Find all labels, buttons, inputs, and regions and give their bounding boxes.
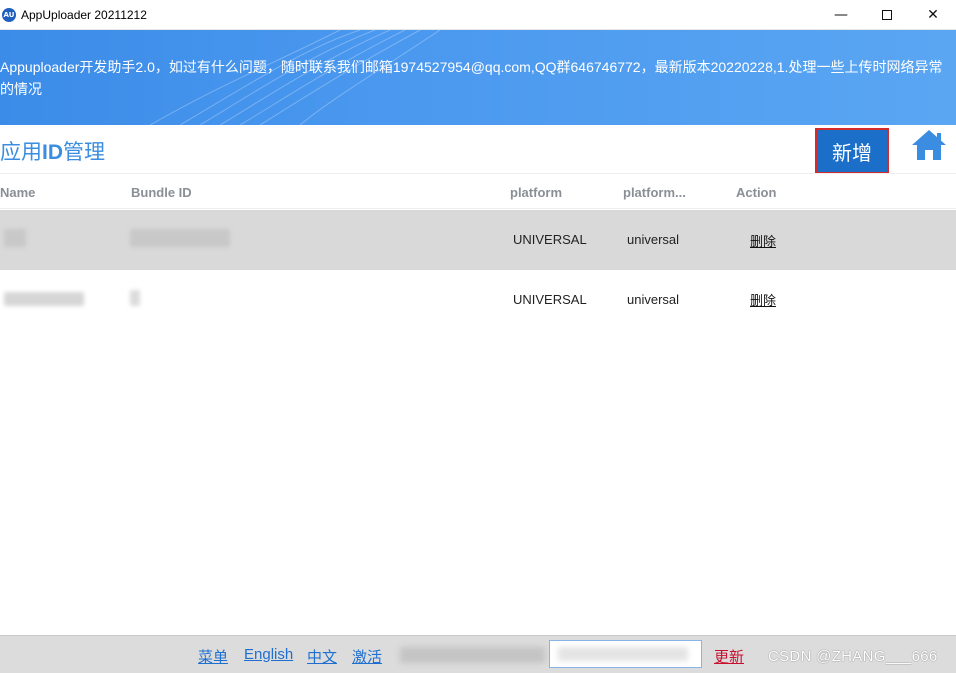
- page-title-bold: ID: [42, 141, 63, 164]
- maximize-button[interactable]: [864, 0, 910, 30]
- table-row[interactable]: UNIVERSAL universal 删除: [0, 270, 956, 330]
- column-header-bundle-id[interactable]: Bundle ID: [131, 185, 192, 200]
- app-window: AU AppUploader 20211212 — ✕ Appuploader开…: [0, 0, 956, 673]
- footer-bar: 菜单 English 中文 激活 更新 CSDN @ZHANG___666: [0, 635, 956, 673]
- maximize-icon: [882, 10, 892, 20]
- platform-type-cell: universal: [627, 292, 680, 307]
- title-bar: AU AppUploader 20211212 — ✕: [0, 0, 956, 30]
- activate-link[interactable]: 激活: [352, 646, 382, 667]
- minimize-button[interactable]: —: [818, 0, 864, 30]
- redacted-name: [4, 229, 26, 247]
- add-button[interactable]: 新增: [815, 128, 889, 174]
- page-title: 应用ID管理: [0, 136, 105, 166]
- platform-type-cell: universal: [627, 232, 680, 247]
- platform-cell: UNIVERSAL: [513, 292, 587, 307]
- platform-cell: UNIVERSAL: [513, 232, 587, 247]
- delete-link[interactable]: 删除: [750, 231, 776, 250]
- watermark: CSDN @ZHANG___666: [768, 648, 938, 665]
- delete-link[interactable]: 删除: [750, 290, 776, 309]
- column-header-action[interactable]: Action: [736, 185, 776, 200]
- close-button[interactable]: ✕: [910, 0, 956, 30]
- column-header-name[interactable]: Name: [0, 185, 35, 200]
- home-icon[interactable]: [910, 128, 948, 162]
- app-logo-icon: AU: [2, 7, 16, 22]
- redacted-footer-text: [400, 647, 545, 663]
- window-controls: — ✕: [818, 0, 956, 30]
- window-title: AppUploader 20211212: [21, 7, 147, 22]
- redacted-bundle-id: [130, 290, 140, 306]
- english-link[interactable]: English: [244, 646, 293, 663]
- table-header: Name Bundle ID platform platform... Acti…: [0, 173, 956, 209]
- page-title-suffix: 管理: [63, 141, 105, 164]
- table-row[interactable]: UNIVERSAL universal 删除: [0, 210, 956, 270]
- column-header-platform[interactable]: platform: [510, 185, 562, 200]
- redacted-bundle-id: [130, 229, 230, 247]
- page-title-prefix: 应用: [0, 141, 42, 164]
- redacted-input-value: [558, 647, 688, 661]
- footer-input[interactable]: [549, 640, 702, 668]
- info-banner: Appuploader开发助手2.0，如过有什么问题，随时联系我们邮箱19745…: [0, 30, 956, 125]
- column-header-platform-2[interactable]: platform...: [623, 185, 686, 200]
- menu-link[interactable]: 菜单: [198, 646, 228, 667]
- banner-message: Appuploader开发助手2.0，如过有什么问题，随时联系我们邮箱19745…: [0, 59, 943, 97]
- update-link[interactable]: 更新: [714, 646, 744, 667]
- redacted-name: [4, 292, 84, 306]
- chinese-link[interactable]: 中文: [307, 646, 337, 667]
